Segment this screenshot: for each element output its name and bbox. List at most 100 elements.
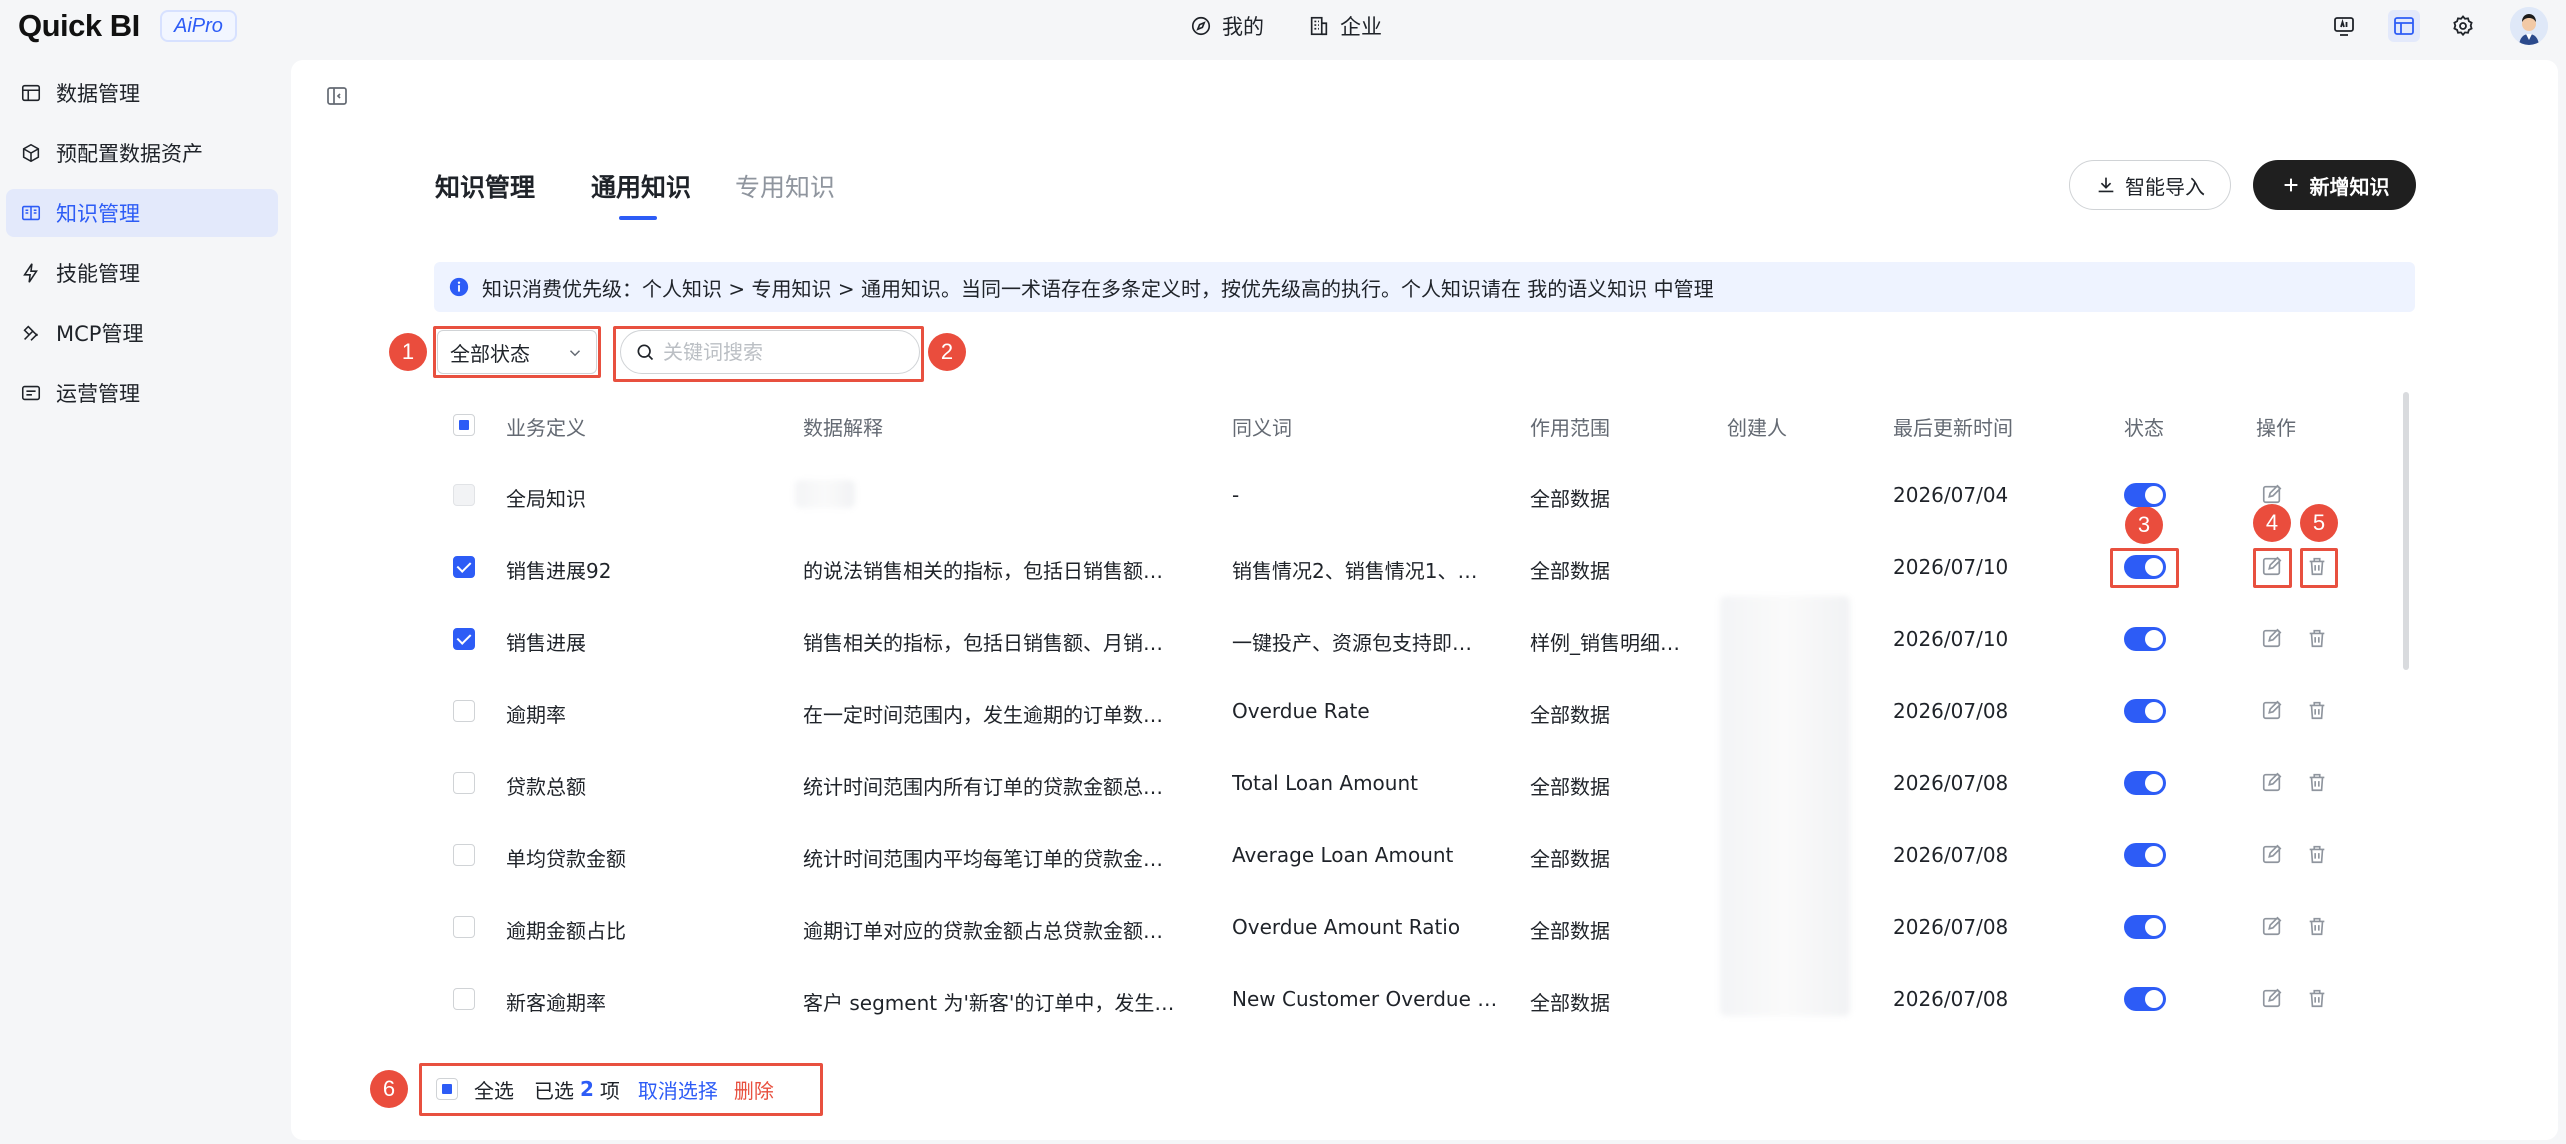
- row-checkbox[interactable]: [453, 700, 475, 722]
- compass-icon: [1191, 16, 1211, 36]
- column-header-definition[interactable]: 业务定义: [506, 412, 586, 441]
- row-status-toggle[interactable]: [2124, 771, 2166, 795]
- status-filter-select[interactable]: 全部状态: [437, 330, 597, 374]
- row-delete-button[interactable]: [2306, 915, 2328, 937]
- batch-delete-link[interactable]: 删除: [734, 1075, 774, 1104]
- batch-selection-bar: 全选 已选 2 项 取消选择 删除: [422, 1063, 822, 1115]
- app-logo[interactable]: Quick BI: [18, 8, 140, 44]
- row-definition[interactable]: 贷款总额: [506, 771, 766, 800]
- row-definition[interactable]: 逾期金额占比: [506, 915, 766, 944]
- row-delete-button[interactable]: [2306, 843, 2328, 865]
- row-delete-button[interactable]: [2306, 771, 2328, 793]
- row-scope: 全部数据: [1530, 775, 1610, 799]
- sidebar-item-preconfigured-assets[interactable]: 预配置数据资产: [6, 129, 278, 177]
- operations-icon: [21, 385, 41, 401]
- search-input[interactable]: [663, 340, 903, 364]
- trash-icon: [2309, 845, 2325, 864]
- row-synonyms: New Customer Overdue …: [1232, 987, 1498, 1011]
- column-header-status[interactable]: 状态: [2124, 412, 2164, 441]
- annotation-badge-3: 3: [2125, 506, 2163, 544]
- row-checkbox[interactable]: [453, 988, 475, 1010]
- row-checkbox[interactable]: [453, 916, 475, 938]
- row-checkbox[interactable]: [453, 844, 475, 866]
- status-filter-value: 全部状态: [450, 341, 530, 366]
- tab-general-knowledge[interactable]: 通用知识: [591, 168, 691, 204]
- row-scope: 全部数据: [1530, 703, 1610, 727]
- row-status-toggle[interactable]: [2124, 915, 2166, 939]
- settings-button[interactable]: [2447, 10, 2479, 42]
- row-checkbox[interactable]: [453, 628, 475, 650]
- row-edit-button[interactable]: [2261, 915, 2283, 937]
- row-status-toggle[interactable]: [2124, 987, 2166, 1011]
- topnav-enterprise[interactable]: 企业: [1308, 11, 1382, 41]
- row-definition[interactable]: 销售进展92: [506, 555, 766, 584]
- user-avatar[interactable]: [2510, 7, 2548, 45]
- row-scope: 全部数据: [1530, 847, 1610, 871]
- sidebar-item-mcp-management[interactable]: MCP管理: [6, 309, 278, 357]
- row-definition[interactable]: 全局知识: [506, 483, 766, 512]
- row-explanation: 的说法销售相关的指标，包括日销售额…: [803, 559, 1163, 583]
- trash-icon: [2309, 629, 2325, 648]
- row-checkbox[interactable]: [453, 772, 475, 794]
- column-header-explanation[interactable]: 数据解释: [803, 412, 883, 441]
- row-checkbox[interactable]: [453, 556, 475, 578]
- table-scrollbar[interactable]: [2403, 392, 2409, 670]
- row-edit-button[interactable]: [2261, 843, 2283, 865]
- row-edit-button[interactable]: [2261, 483, 2283, 505]
- row-edit-button[interactable]: [2261, 771, 2283, 793]
- add-knowledge-button[interactable]: 新增知识: [2253, 160, 2416, 210]
- row-synonyms: Average Loan Amount: [1232, 843, 1454, 867]
- row-status-toggle[interactable]: [2124, 627, 2166, 651]
- ai-assistant-button[interactable]: [2328, 10, 2360, 42]
- add-knowledge-label: 新增知识: [2309, 174, 2390, 199]
- blurred-creator-column: [1720, 596, 1850, 1016]
- sidebar-item-data-management[interactable]: 数据管理: [6, 69, 278, 117]
- mcp-icon: [23, 325, 38, 341]
- row-status-toggle[interactable]: [2124, 483, 2166, 507]
- column-header-updated[interactable]: 最后更新时间: [1893, 412, 2013, 441]
- row-scope: 全部数据: [1530, 919, 1610, 943]
- row-edit-button[interactable]: [2261, 699, 2283, 721]
- row-status-toggle[interactable]: [2124, 843, 2166, 867]
- edit-icon: [2262, 988, 2282, 1008]
- row-definition[interactable]: 单均贷款金额: [506, 843, 766, 872]
- row-updated: 2026/07/08: [1893, 699, 2009, 723]
- footer-select-all-checkbox[interactable]: [436, 1078, 458, 1100]
- search-icon: [637, 344, 654, 361]
- column-header-creator[interactable]: 创建人: [1727, 412, 1787, 441]
- priority-info-text: 知识消费优先级：个人知识 > 专用知识 > 通用知识。当同一术语存在多条定义时，…: [482, 276, 1714, 301]
- select-all-rows-checkbox[interactable]: [453, 414, 475, 436]
- trash-icon: [2309, 989, 2325, 1008]
- row-edit-button[interactable]: [2261, 627, 2283, 649]
- row-edit-button[interactable]: [2261, 555, 2283, 577]
- keyword-search-box[interactable]: [620, 330, 920, 374]
- column-header-scope[interactable]: 作用范围: [1530, 412, 1610, 441]
- row-delete-button[interactable]: [2306, 627, 2328, 649]
- row-status-toggle[interactable]: [2124, 699, 2166, 723]
- column-header-actions[interactable]: 操作: [2256, 412, 2296, 441]
- cancel-selection-link[interactable]: 取消选择: [638, 1075, 718, 1104]
- info-icon: [449, 277, 469, 297]
- column-header-synonyms[interactable]: 同义词: [1232, 412, 1292, 441]
- row-definition[interactable]: 新客逾期率: [506, 987, 766, 1016]
- row-delete-button[interactable]: [2306, 555, 2328, 577]
- row-delete-button[interactable]: [2306, 987, 2328, 1009]
- row-definition[interactable]: 逾期率: [506, 699, 766, 728]
- row-edit-button[interactable]: [2261, 987, 2283, 1009]
- tab-special-knowledge[interactable]: 专用知识: [735, 168, 835, 204]
- topnav-mine[interactable]: 我的: [1190, 11, 1264, 41]
- smart-import-button[interactable]: 智能导入: [2069, 160, 2231, 210]
- row-delete-button[interactable]: [2306, 699, 2328, 721]
- edit-icon: [2262, 700, 2282, 720]
- sidebar: 数据管理 预配置数据资产 知识管理 技能管理 MCP管理 运营管理: [0, 52, 290, 1144]
- row-definition[interactable]: 销售进展: [506, 627, 766, 656]
- data-portal-button[interactable]: [2388, 10, 2420, 42]
- sidebar-item-knowledge-management[interactable]: 知识管理: [6, 189, 278, 237]
- annotation-badge-4: 4: [2253, 504, 2291, 542]
- sidebar-item-skill-management[interactable]: 技能管理: [6, 249, 278, 297]
- row-status-toggle[interactable]: [2124, 555, 2166, 579]
- building-icon: [1310, 16, 1328, 36]
- select-all-label[interactable]: 全选: [474, 1075, 514, 1104]
- collapse-sidebar-button[interactable]: [325, 84, 349, 108]
- sidebar-item-operations-management[interactable]: 运营管理: [6, 369, 278, 417]
